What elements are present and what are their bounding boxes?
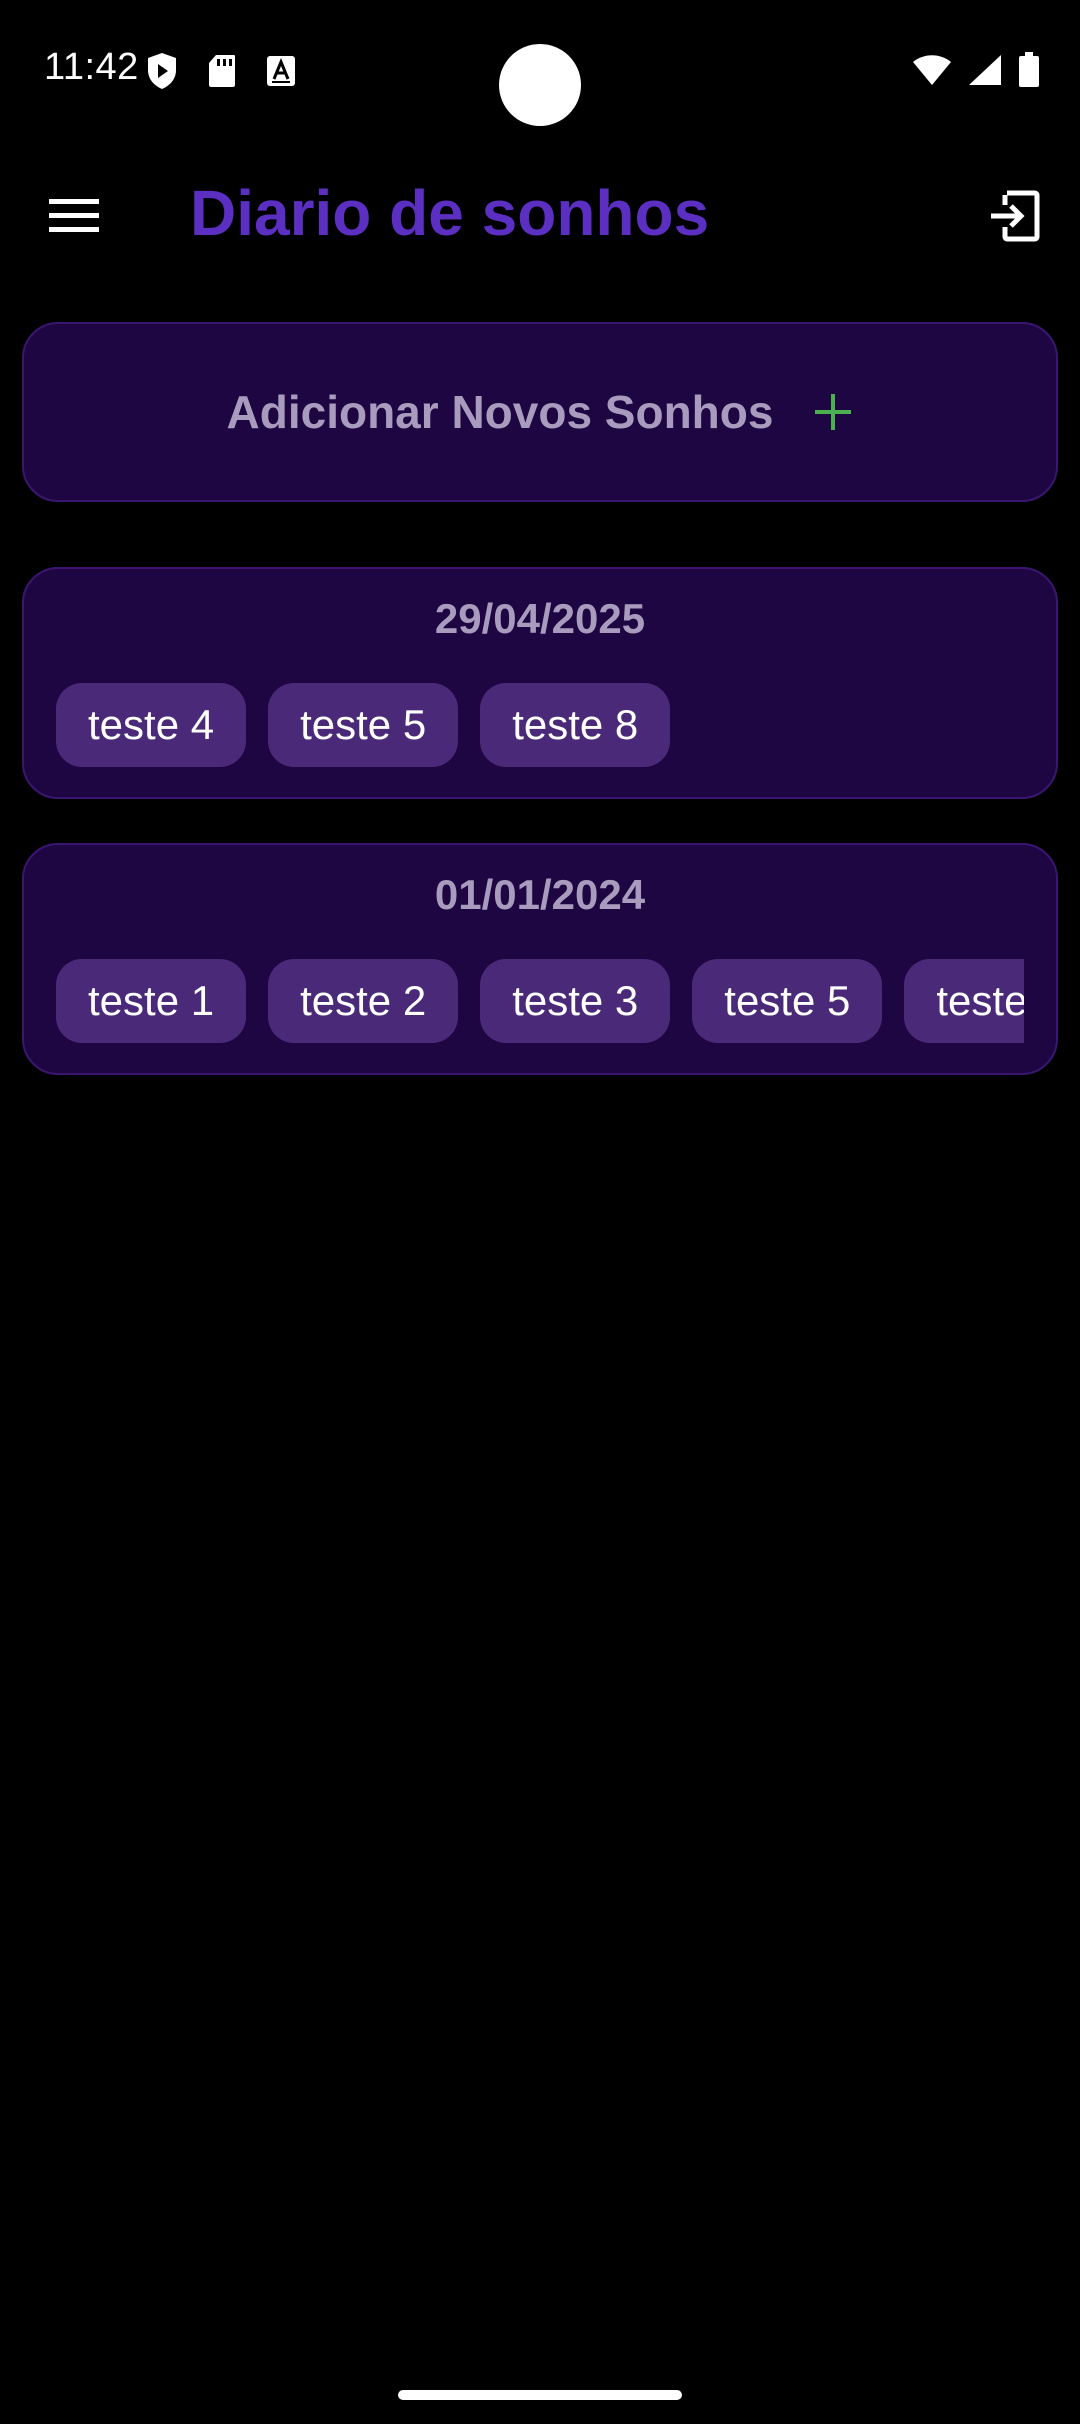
dream-group-date: 29/04/2025 xyxy=(434,595,646,642)
shield-play-icon xyxy=(146,52,178,95)
front-camera xyxy=(499,44,581,126)
logout-button[interactable] xyxy=(978,182,1050,254)
battery-icon xyxy=(1018,52,1040,93)
sd-card-icon xyxy=(208,54,236,93)
status-icons-left xyxy=(146,52,296,95)
dream-group-card[interactable]: 01/01/2024 teste 1 teste 2 teste 3 teste… xyxy=(22,843,1058,1075)
dream-tag[interactable]: teste 5 xyxy=(692,959,883,1043)
page-title: Diario de sonhos xyxy=(190,177,710,249)
menu-icon xyxy=(49,197,99,240)
dream-group-card[interactable]: 29/04/2025 teste 4 teste 5 teste 8 xyxy=(22,567,1058,799)
top-app-bar: Diario de sonhos xyxy=(0,140,1080,290)
add-dream-button[interactable]: Adicionar Novos Sonhos xyxy=(22,322,1058,502)
phone-screen: 11:42 Diario de sonhos Adicionar Novos S… xyxy=(0,0,1080,2424)
home-indicator[interactable] xyxy=(398,2390,682,2400)
status-time: 11:42 xyxy=(44,46,139,88)
add-dream-label: Adicionar Novos Sonhos xyxy=(226,386,774,438)
menu-button[interactable] xyxy=(40,190,108,246)
dream-tags-row[interactable]: teste 1 teste 2 teste 3 teste 5 teste xyxy=(56,959,1024,1043)
dream-tag[interactable]: teste xyxy=(904,959,1024,1043)
dream-tag[interactable]: teste 3 xyxy=(480,959,671,1043)
status-bar: 11:42 xyxy=(0,0,1080,140)
dream-tag[interactable]: teste 2 xyxy=(268,959,459,1043)
dream-tag[interactable]: teste 8 xyxy=(480,683,671,767)
dream-tags-row[interactable]: teste 4 teste 5 teste 8 xyxy=(56,683,1024,767)
dream-tag[interactable]: teste 4 xyxy=(56,683,247,767)
dream-tag[interactable]: teste 1 xyxy=(56,959,247,1043)
plus-icon xyxy=(813,392,853,432)
font-a-icon xyxy=(266,55,296,92)
status-icons-right xyxy=(912,52,1040,93)
dream-group-date: 01/01/2024 xyxy=(434,871,646,918)
wifi-icon xyxy=(912,54,952,91)
signal-icon xyxy=(968,54,1002,91)
logout-icon xyxy=(987,189,1041,248)
dream-tag[interactable]: teste 5 xyxy=(268,683,459,767)
